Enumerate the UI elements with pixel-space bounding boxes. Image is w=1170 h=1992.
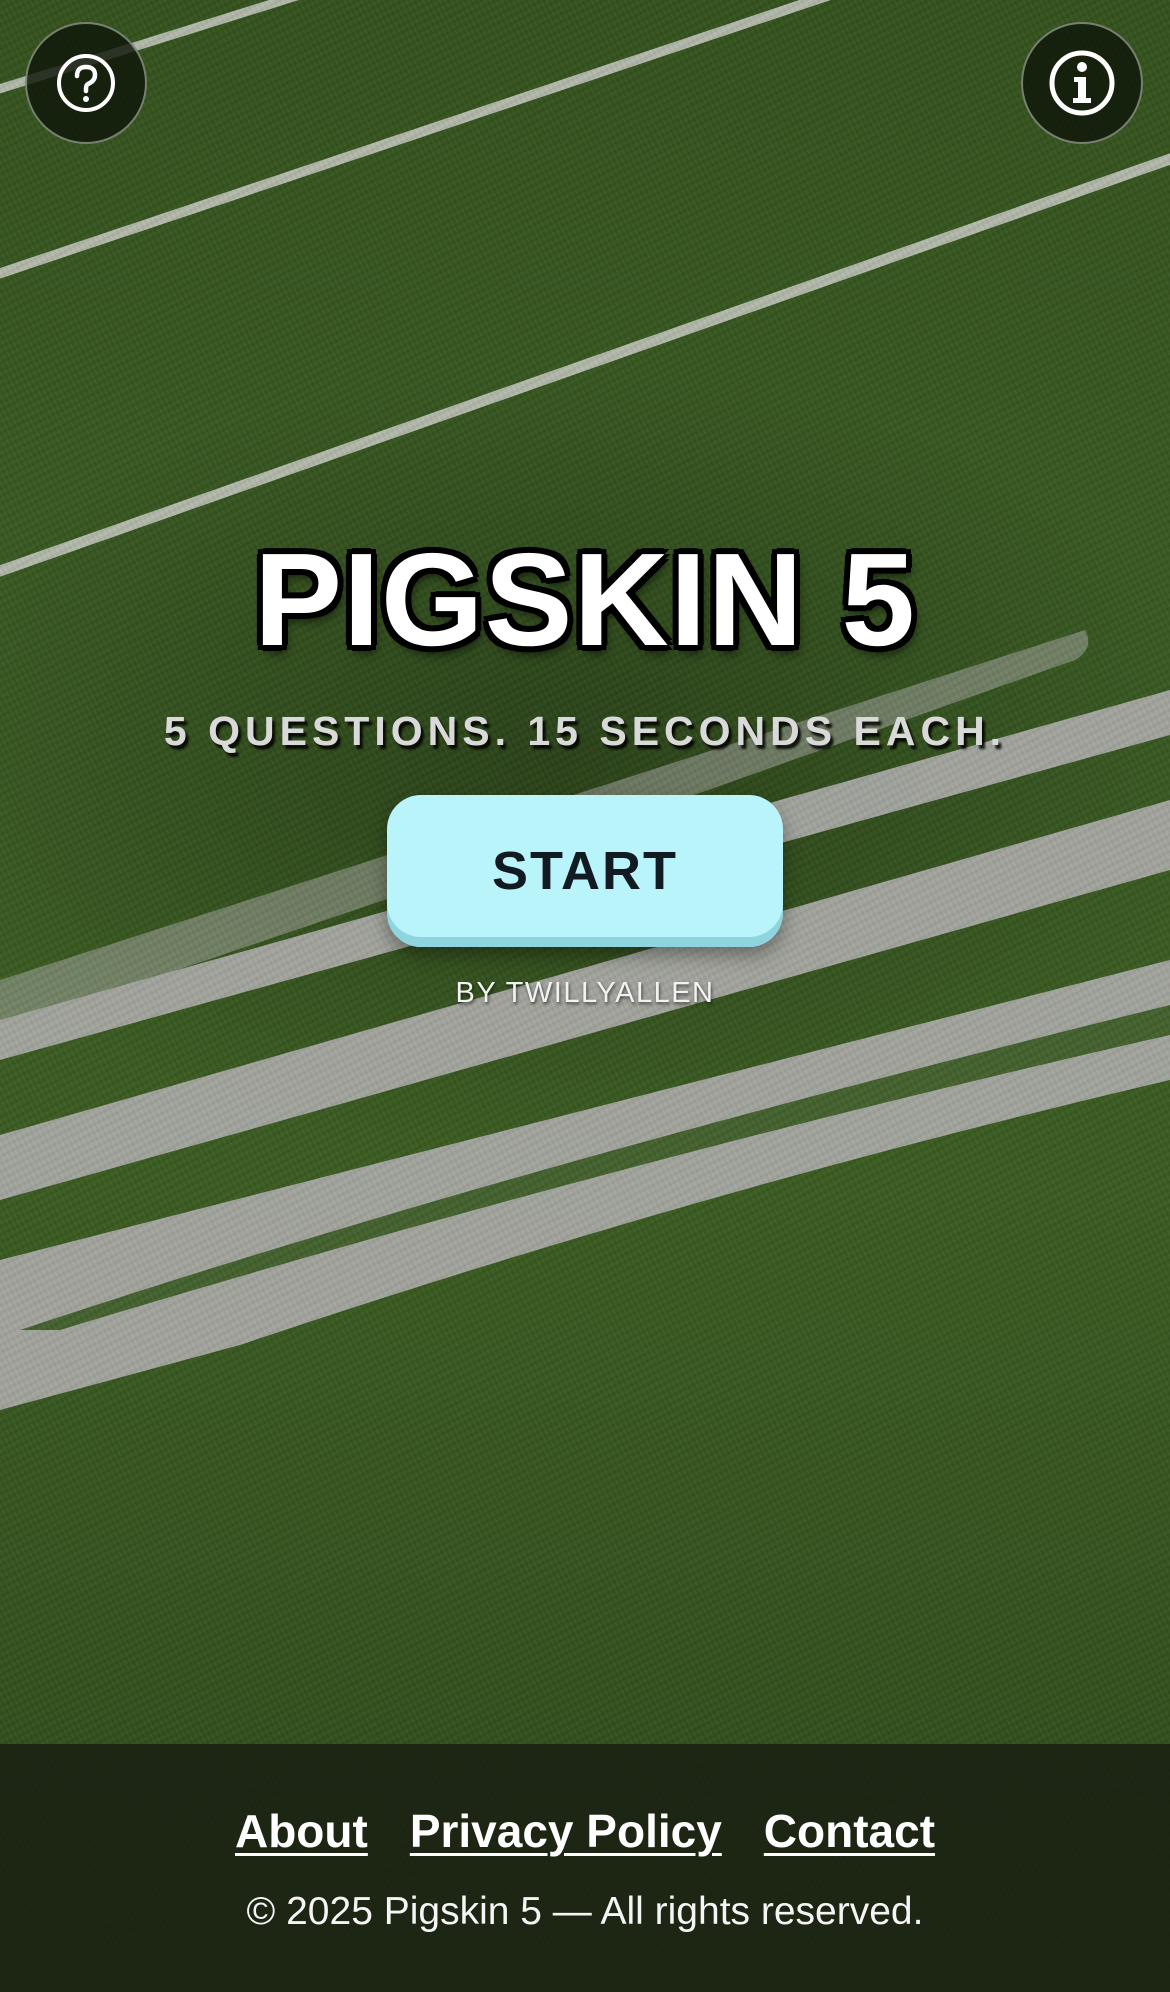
hero: PIGSKIN 5 5 QUESTIONS. 15 SECONDS EACH. … <box>0 520 1170 1010</box>
about-link[interactable]: About <box>235 1804 368 1858</box>
info-circle-icon <box>1049 50 1115 116</box>
question-circle-icon <box>57 54 115 112</box>
start-button[interactable]: START <box>387 795 783 947</box>
info-button[interactable] <box>1021 22 1143 144</box>
game-start-screen: PIGSKIN 5 5 QUESTIONS. 15 SECONDS EACH. … <box>0 0 1170 1992</box>
footer: About Privacy Policy Contact © 2025 Pigs… <box>0 1744 1170 1992</box>
copyright-text: © 2025 Pigskin 5 — All rights reserved. <box>246 1890 924 1933</box>
footer-links: About Privacy Policy Contact <box>0 1804 1170 1858</box>
tagline: 5 QUESTIONS. 15 SECONDS EACH. <box>163 708 1007 754</box>
game-title: PIGSKIN 5 <box>254 526 916 673</box>
contact-link[interactable]: Contact <box>764 1804 935 1858</box>
privacy-policy-link[interactable]: Privacy Policy <box>410 1804 722 1858</box>
author-byline: BY TWILLYALLEN <box>455 977 715 1009</box>
help-button[interactable] <box>25 22 147 144</box>
